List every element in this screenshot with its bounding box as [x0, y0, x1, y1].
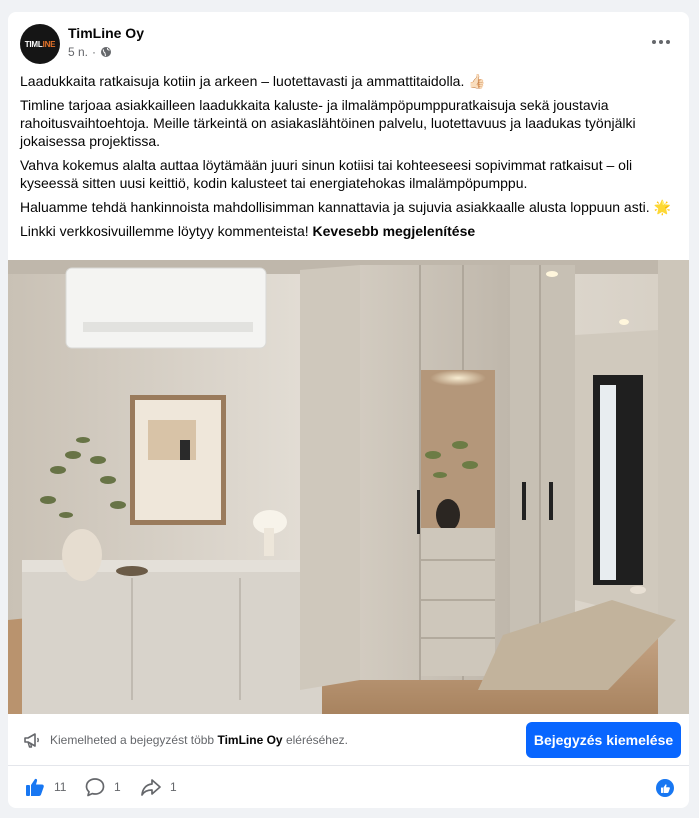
post-paragraph: Vahva kokemus alalta auttaa löytämään ju… — [20, 157, 633, 191]
post-paragraph: Timline tarjoaa asiakkailleen laadukkait… — [20, 97, 636, 149]
post-paragraph: Haluamme tehdä hankinnoista mahdollisimm… — [20, 199, 671, 215]
link-note: Linkki verkkosivuillemme löytyy kommente… — [20, 223, 309, 239]
reaction-like-icon[interactable] — [656, 779, 674, 797]
avatar-logo: TIMLINE — [24, 39, 56, 49]
post-footer: 11 1 1 — [8, 768, 689, 808]
post-paragraph-last: Linkki verkkosivuillemme löytyy kommente… — [20, 222, 675, 240]
thumbs-up-icon — [660, 783, 670, 793]
comment-icon — [85, 778, 105, 797]
boost-promo-bar: Kiemelheted a bejegyzést több TimLine Oy… — [8, 714, 689, 766]
post-card: TIMLINE TimLine Oy 5 n. · Laadukkaita ra… — [8, 12, 689, 808]
like-stat[interactable]: 11 — [24, 776, 66, 798]
comment-count: 1 — [114, 780, 121, 794]
meta-separator: · — [92, 45, 97, 59]
share-icon — [141, 779, 161, 796]
post-header: TIMLINE TimLine Oy 5 n. · — [8, 12, 689, 74]
dot-icon — [666, 40, 670, 44]
thumbs-up-icon — [26, 778, 44, 796]
see-less-link[interactable]: Kevesebb megjelenítése — [313, 223, 476, 239]
post-text: Laadukkaita ratkaisuja kotiin ja arkeen … — [20, 72, 675, 246]
interior-photo — [8, 260, 689, 714]
like-count: 11 — [54, 780, 67, 794]
boost-post-button[interactable]: Bejegyzés kiemelése — [526, 722, 681, 758]
boost-hint-prefix: Kiemelheted a bejegyzést több — [50, 733, 215, 747]
post-image[interactable] — [8, 260, 689, 714]
megaphone-icon — [24, 733, 39, 748]
post-meta: 5 n. · — [68, 45, 112, 59]
boost-hint-suffix: eléréséhez. — [285, 733, 348, 747]
avatar[interactable]: TIMLINE — [20, 24, 60, 64]
boost-hint-text: Kiemelheted a bejegyzést több TimLine Oy… — [50, 733, 348, 747]
post-paragraph: Laadukkaita ratkaisuja kotiin ja arkeen … — [20, 73, 486, 89]
share-count: 1 — [170, 780, 177, 794]
dot-icon — [659, 40, 663, 44]
author-name[interactable]: TimLine Oy — [68, 25, 144, 41]
post-time[interactable]: 5 n. — [68, 45, 88, 59]
more-options-button[interactable] — [647, 28, 675, 56]
boost-hint-page: TimLine Oy — [217, 733, 283, 747]
comment-stat[interactable]: 1 — [84, 776, 121, 798]
share-stat[interactable]: 1 — [140, 776, 177, 798]
dot-icon — [652, 40, 656, 44]
globe-icon — [101, 47, 112, 57]
